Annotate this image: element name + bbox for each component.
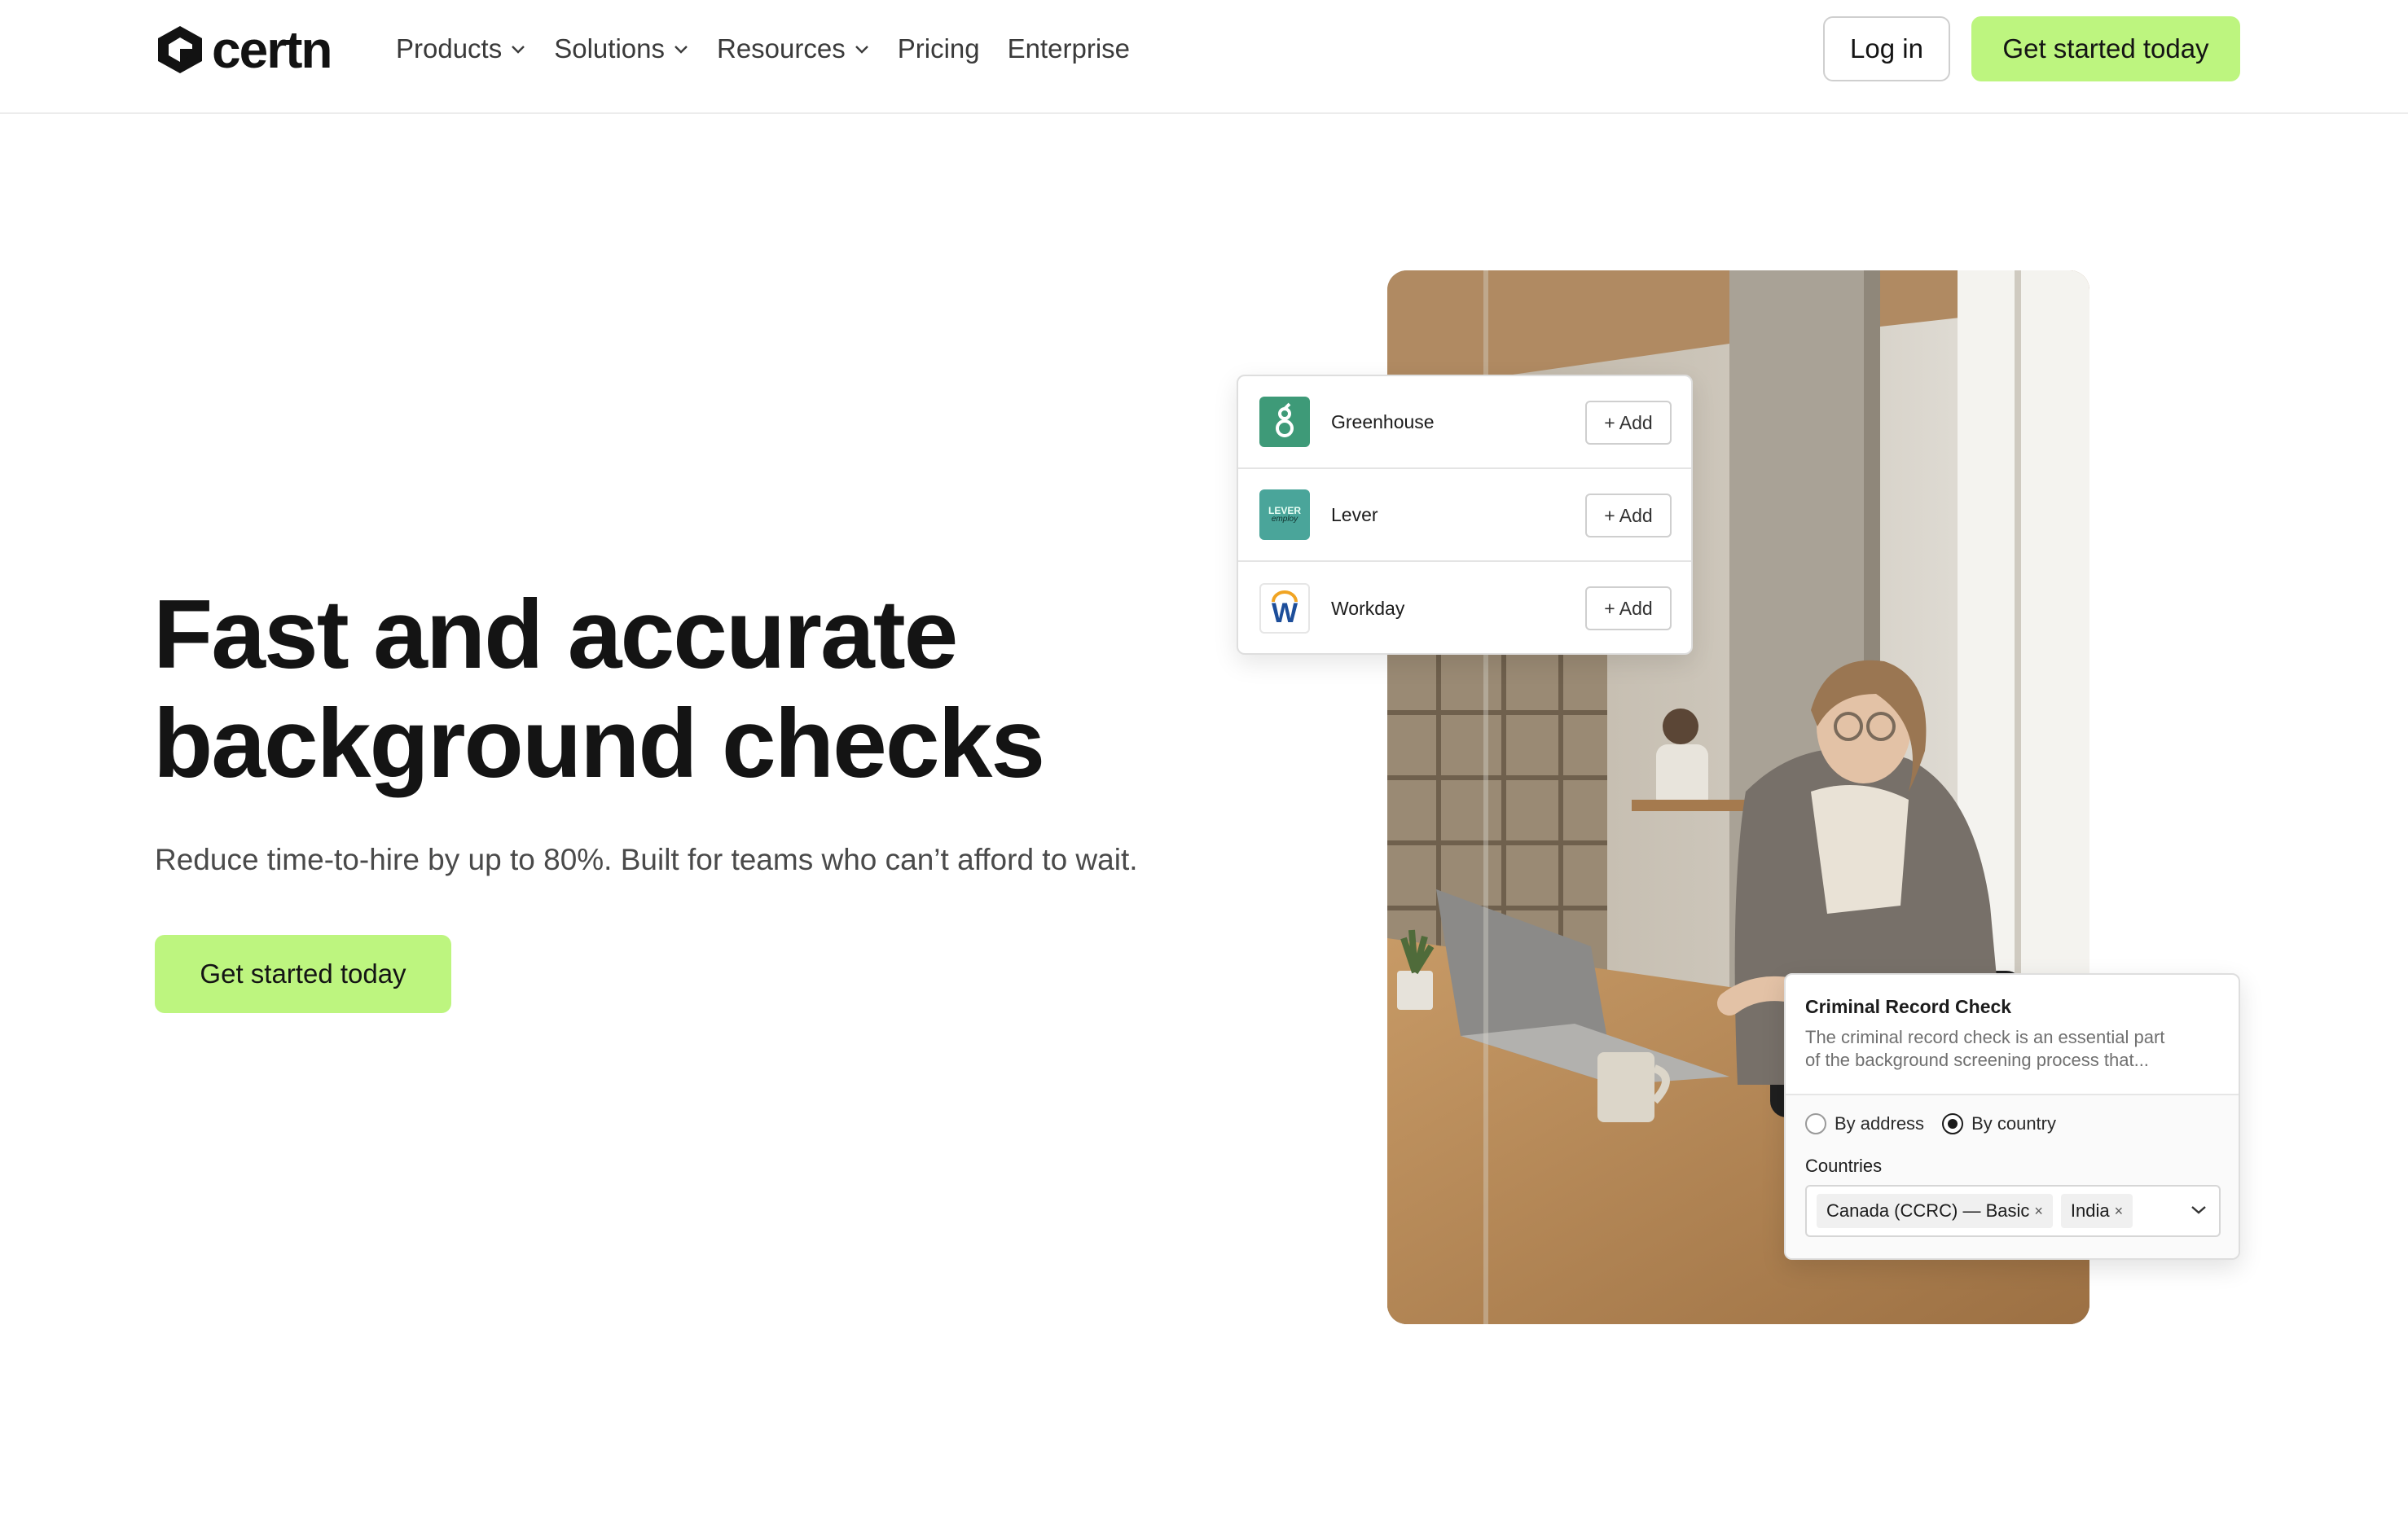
lever-logo-icon: LEVER employ	[1259, 489, 1310, 540]
criminal-record-check-card: Criminal Record Check The criminal recor…	[1784, 973, 2240, 1260]
nav-item-enterprise[interactable]: Enterprise	[1008, 33, 1130, 64]
integration-row-greenhouse: Greenhouse + Add	[1238, 376, 1691, 469]
chevron-down-icon[interactable]	[2190, 1203, 2208, 1216]
hero-title-line-1: Fast and accurate	[153, 580, 958, 689]
card-description: The criminal record check is an essentia…	[1805, 1027, 2165, 1070]
chevron-down-icon	[675, 46, 688, 54]
integration-name: Lever	[1331, 503, 1378, 525]
integration-row-lever: LEVER employ Lever + Add	[1238, 469, 1691, 562]
integration-name: Workday	[1331, 597, 1405, 619]
remove-chip-icon[interactable]: ×	[2115, 1203, 2124, 1220]
workday-logo-icon: W	[1259, 583, 1310, 634]
nav-item-products[interactable]: Products	[396, 33, 526, 64]
nav-item-pricing[interactable]: Pricing	[898, 33, 980, 64]
top-navigation: certn Products Solutions Resources Prici…	[0, 0, 2408, 114]
integrations-card: Greenhouse + Add LEVER employ Lever + Ad…	[1237, 375, 1693, 655]
add-workday-button[interactable]: + Add	[1585, 586, 1672, 630]
nav-item-label: Resources	[717, 33, 846, 64]
nav-item-label: Products	[396, 33, 503, 64]
radio-unchecked-icon	[1805, 1113, 1826, 1134]
certn-logo[interactable]: certn	[155, 23, 332, 77]
country-chip-india: India ×	[2060, 1194, 2133, 1228]
add-lever-button[interactable]: + Add	[1585, 494, 1672, 537]
integration-row-workday: W Workday + Add	[1238, 562, 1691, 653]
hero-title: Fast and accurate background checks	[153, 580, 1228, 798]
brand-name: certn	[212, 20, 332, 79]
card-body: By address By country Countries Canada (…	[1786, 1095, 2239, 1258]
radio-by-country[interactable]: By country	[1942, 1113, 2056, 1134]
integration-name: Greenhouse	[1331, 410, 1435, 432]
chevron-down-icon	[512, 46, 525, 54]
card-header: Criminal Record Check The criminal recor…	[1786, 975, 2239, 1095]
certn-mark-icon	[158, 26, 202, 73]
nav-item-label: Pricing	[897, 33, 980, 64]
main-menu: Products Solutions Resources Pricing Ent…	[396, 24, 1158, 73]
card-title: Criminal Record Check	[1805, 996, 2012, 1017]
greenhouse-logo-icon	[1259, 397, 1310, 447]
nav-item-solutions[interactable]: Solutions	[554, 33, 689, 64]
get-started-hero-button[interactable]: Get started today	[155, 935, 451, 1013]
hero-title-line-2: background checks	[153, 689, 1045, 798]
nav-item-label: Enterprise	[1007, 33, 1131, 64]
login-button[interactable]: Log in	[1823, 16, 1950, 81]
search-mode-radio-group: By address By country	[1805, 1113, 2074, 1134]
radio-checked-icon	[1942, 1113, 1964, 1134]
nav-item-label: Solutions	[554, 33, 665, 64]
country-chip-canada: Canada (CCRC) — Basic ×	[1817, 1194, 2053, 1228]
hero-subtitle: Reduce time-to-hire by up to 80%. Built …	[155, 843, 1138, 876]
countries-label: Countries	[1805, 1156, 1883, 1176]
chevron-down-icon	[855, 46, 868, 54]
nav-item-resources[interactable]: Resources	[717, 33, 870, 64]
countries-multiselect[interactable]: Canada (CCRC) — Basic × India ×	[1805, 1185, 2221, 1237]
add-greenhouse-button[interactable]: + Add	[1585, 401, 1672, 445]
radio-by-address[interactable]: By address	[1805, 1113, 1924, 1134]
get-started-nav-button[interactable]: Get started today	[1971, 16, 2240, 81]
remove-chip-icon[interactable]: ×	[2034, 1203, 2043, 1220]
